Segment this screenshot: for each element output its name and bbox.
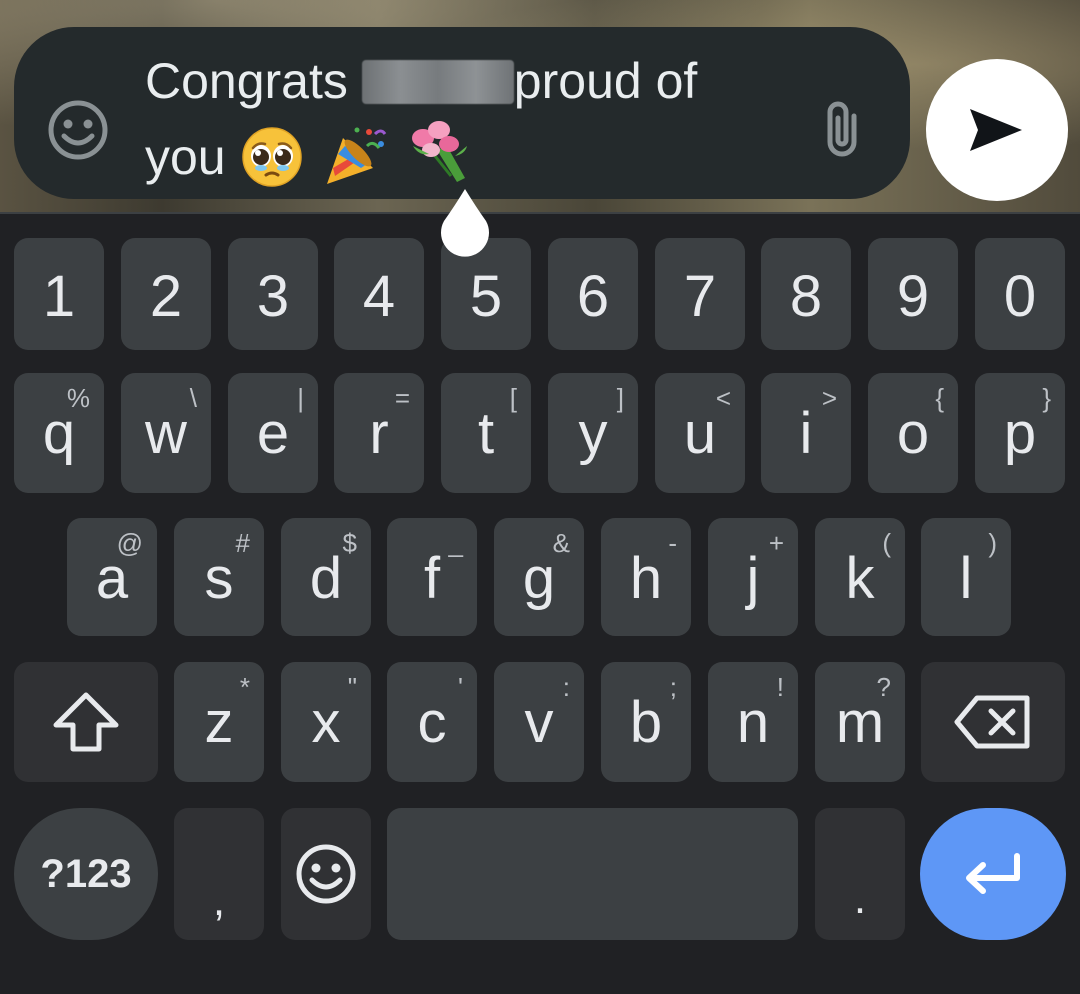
smiley-icon (48, 100, 108, 160)
key-2[interactable]: 2 (121, 238, 211, 350)
key-a[interactable]: @ a (67, 518, 157, 636)
pleading-face-emoji (240, 124, 304, 206)
paperclip-icon (827, 101, 857, 157)
key-j[interactable]: + j (708, 518, 798, 636)
key-u[interactable]: < u (655, 373, 745, 493)
key-8[interactable]: 8 (761, 238, 851, 350)
shift-key[interactable] (14, 662, 158, 782)
key-c[interactable]: ' c (387, 662, 477, 782)
key-i[interactable]: > i (761, 373, 851, 493)
key-l[interactable]: ) l (921, 518, 1011, 636)
attach-button[interactable] (818, 98, 866, 162)
key-r[interactable]: = r (334, 373, 424, 493)
key-0[interactable]: 0 (975, 238, 1065, 350)
message-input[interactable]: Congrats proud of you (145, 46, 785, 206)
key-g[interactable]: & g (494, 518, 584, 636)
message-text-line2: you (145, 129, 226, 185)
emoji-button[interactable] (46, 98, 110, 162)
key-7[interactable]: 7 (655, 238, 745, 350)
period-key-label: . (853, 874, 867, 923)
backspace-key[interactable] (921, 662, 1065, 782)
comma-key[interactable]: , (174, 808, 264, 940)
key-n[interactable]: ! n (708, 662, 798, 782)
key-b[interactable]: ; b (601, 662, 691, 782)
key-x[interactable]: " x (281, 662, 371, 782)
enter-key[interactable] (920, 808, 1066, 940)
key-q[interactable]: % q (14, 373, 104, 493)
cursor-drop-icon (441, 189, 489, 257)
send-arrow-icon (970, 109, 1022, 151)
key-z[interactable]: * z (174, 662, 264, 782)
key-k[interactable]: (k (815, 518, 905, 636)
key-o[interactable]: {o (868, 373, 958, 493)
message-text-start: Congrats (145, 53, 348, 109)
period-key[interactable]: . (815, 808, 905, 940)
enter-return-icon (966, 853, 1020, 894)
key-d[interactable]: $ d (281, 518, 371, 636)
key-9[interactable]: 9 (868, 238, 958, 350)
redacted-name (361, 60, 514, 104)
text-cursor-handle[interactable] (436, 187, 494, 259)
key-3[interactable]: 3 (228, 238, 318, 350)
comma-key-label: , (212, 876, 226, 925)
key-m[interactable]: ? m (815, 662, 905, 782)
message-text-end: proud of (513, 53, 698, 109)
key-p[interactable]: } p (975, 373, 1065, 493)
key-h[interactable]: -h (601, 518, 691, 636)
key-e[interactable]: | e (228, 373, 318, 493)
space-bar[interactable] (387, 808, 798, 940)
shift-arrow-icon (53, 692, 119, 752)
send-button[interactable] (926, 59, 1068, 201)
key-f[interactable]: _ f (387, 518, 477, 636)
party-popper-emoji (323, 124, 387, 206)
backspace-icon (954, 695, 1030, 749)
keyboard-top-divider (0, 212, 1080, 214)
key-y[interactable]: ] y (548, 373, 638, 493)
smiley-icon (296, 844, 356, 904)
symbols-key[interactable]: ?123 (14, 808, 158, 940)
key-s[interactable]: # s (174, 518, 264, 636)
key-4[interactable]: 4 (334, 238, 424, 350)
key-w[interactable]: \ w (121, 373, 211, 493)
key-6[interactable]: 6 (548, 238, 638, 350)
key-1[interactable]: 1 (14, 238, 104, 350)
emoji-key[interactable] (281, 808, 371, 940)
key-t[interactable]: [t (441, 373, 531, 493)
key-v[interactable]: :v (494, 662, 584, 782)
